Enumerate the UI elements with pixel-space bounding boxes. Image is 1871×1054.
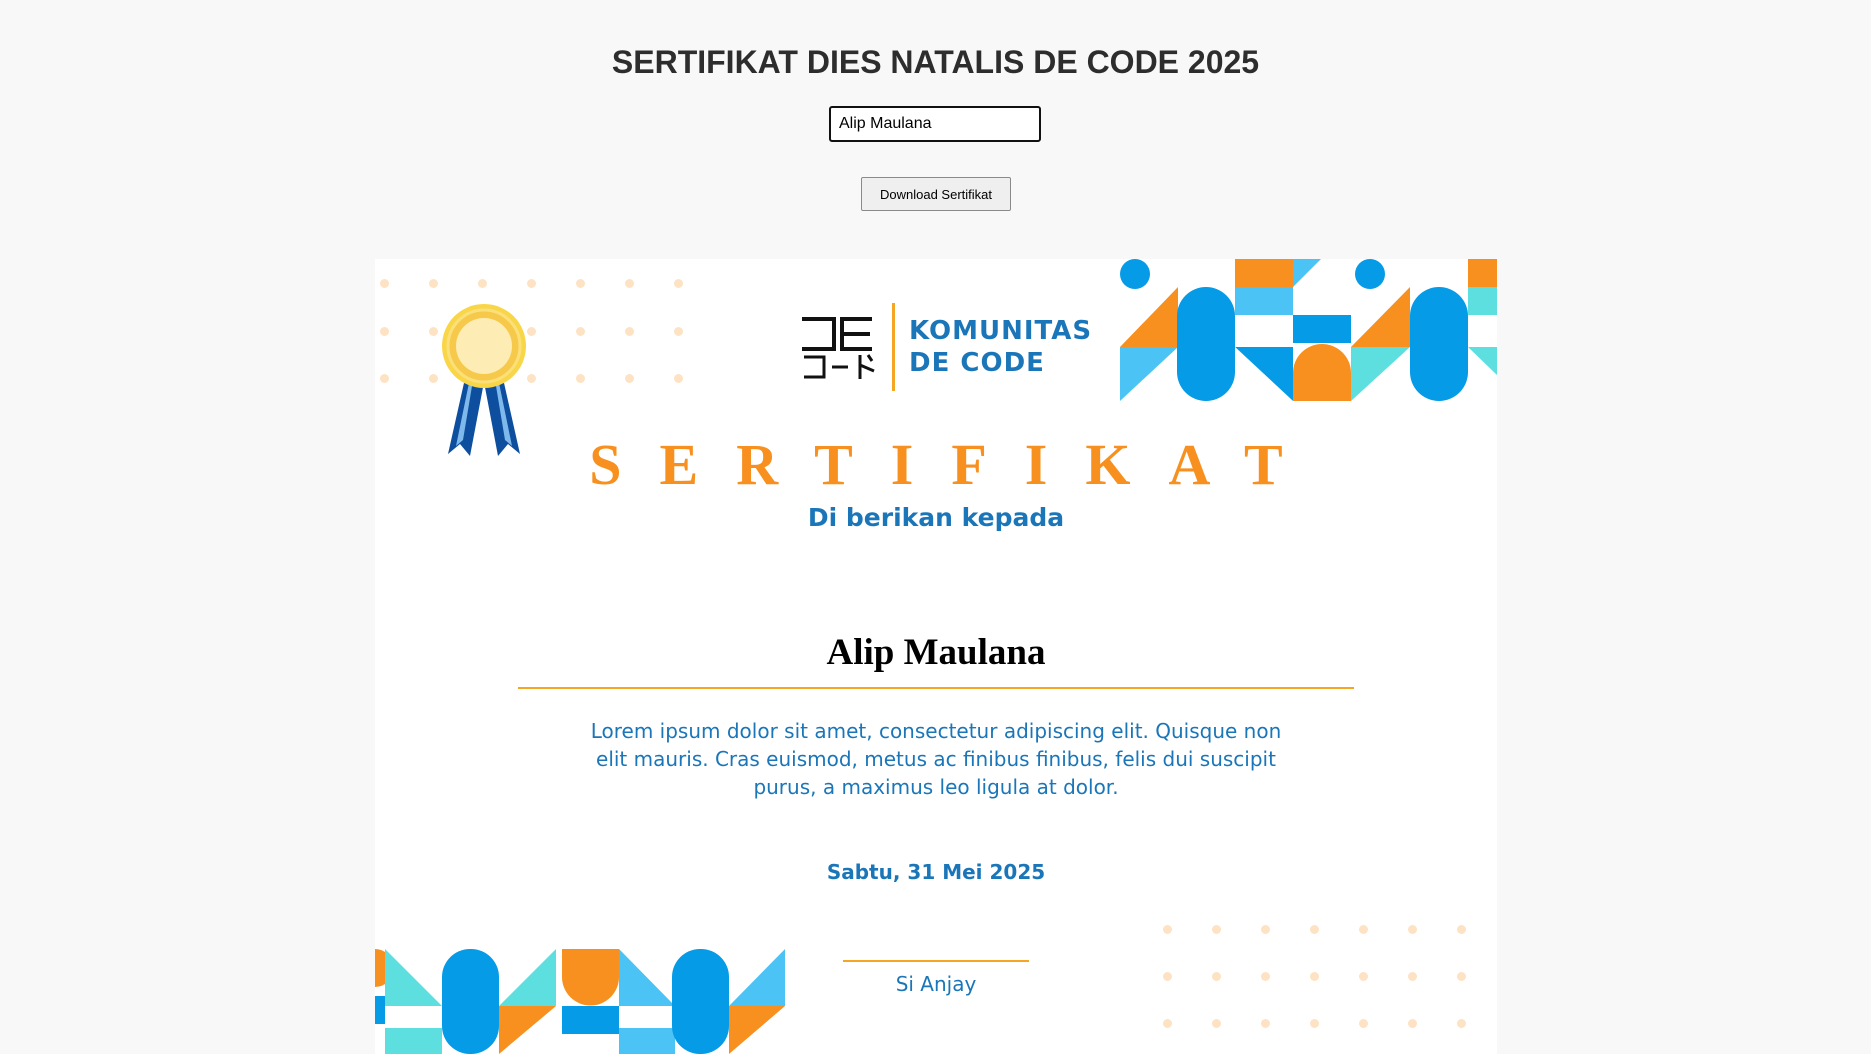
certificate-preview: KOMUNITAS DE CODE SERTIFIKAT Di berikan … xyxy=(375,259,1497,1054)
recipient-underline xyxy=(518,687,1354,689)
certificate-heading: SERTIFIKAT xyxy=(589,432,1321,497)
signer-name: Si Anjay xyxy=(895,972,977,996)
certificate-subheading: Di berikan kepada xyxy=(807,503,1065,532)
name-input[interactable] xyxy=(829,106,1041,142)
certificate-description: Lorem ipsum dolor sit amet, consectetur … xyxy=(590,719,1282,799)
organization-name: KOMUNITAS DE CODE xyxy=(909,315,1092,379)
page-title: SERTIFIKAT DIES NATALIS DE CODE 2025 xyxy=(611,44,1260,80)
org-line-2: DE CODE xyxy=(909,348,1045,378)
logo-divider xyxy=(892,303,895,391)
geometric-decoration-top xyxy=(1120,259,1497,401)
signature-line xyxy=(843,960,1029,962)
de-code-logo-icon xyxy=(802,317,875,379)
geometric-decoration-bottom xyxy=(375,949,785,1054)
org-line-1: KOMUNITAS xyxy=(909,316,1093,346)
certificate-date: Sabtu, 31 Mei 2025 xyxy=(826,860,1046,884)
download-certificate-button[interactable]: Download Sertifikat xyxy=(861,177,1011,211)
recipient-name: Alip Maulana xyxy=(826,632,1046,673)
